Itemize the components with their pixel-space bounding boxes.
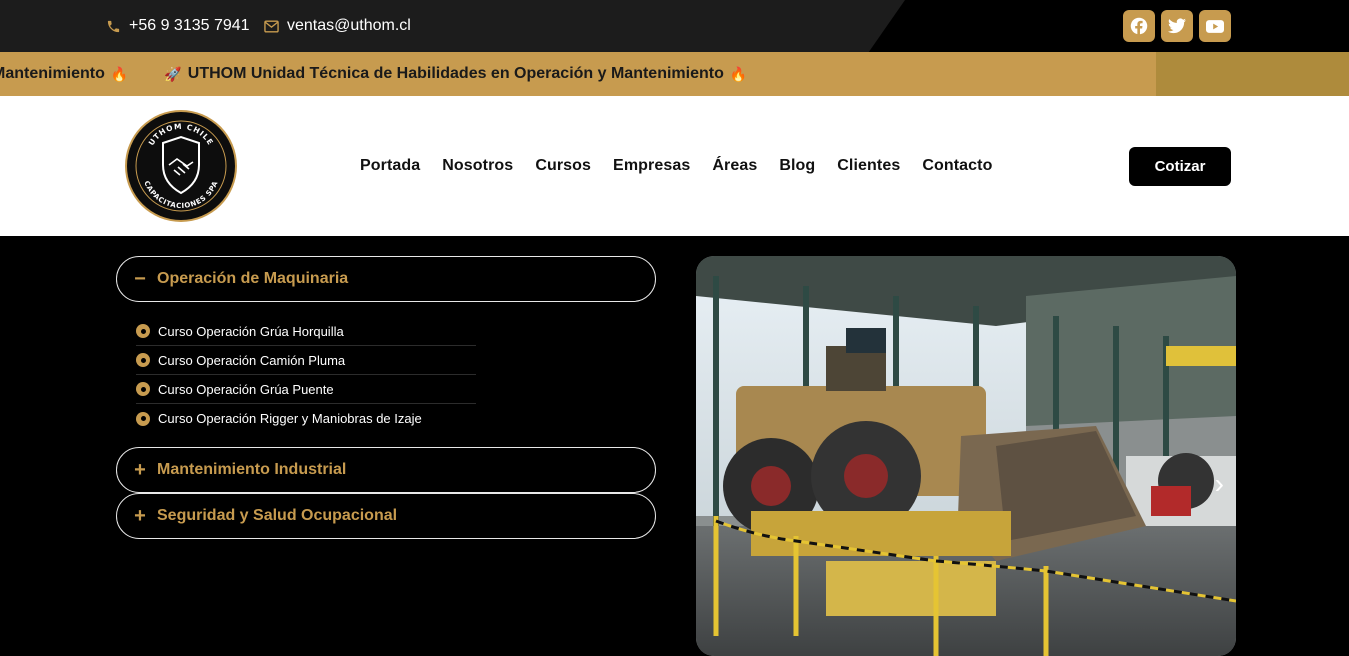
accordion-seguridad-salud[interactable]: + Seguridad y Salud Ocupacional [116,493,656,539]
course-link[interactable]: Curso Operación Grúa Horquilla [158,324,344,339]
courses-section: − Operación de Maquinaria Curso Operació… [0,236,1349,656]
ticker-accent-block [1156,52,1349,96]
nav-areas[interactable]: Áreas [701,157,768,175]
nav-contacto[interactable]: Contacto [911,157,1003,175]
accordion-mantenimiento-industrial[interactable]: + Mantenimiento Industrial [116,447,656,493]
loader-workshop-image [696,256,1236,656]
accordion-title: Operación de Maquinaria [157,270,349,287]
twitter-icon [1168,18,1186,34]
accordion-title: Mantenimiento Industrial [157,461,347,478]
bullet-icon [136,324,150,338]
list-item[interactable]: Curso Operación Camión Pluma [136,346,476,375]
ticker-item: 🚀 UTHOM Unidad Técnica de Habilidades en… [158,65,753,83]
rocket-icon: 🚀 [164,65,182,82]
facebook-icon [1130,17,1148,35]
ticker-track: Mantenimiento 🔥 🚀 UTHOM Unidad Técnica d… [0,52,771,96]
workshop-photo: › [696,256,1236,656]
fire-icon: 🔥 [110,65,129,82]
email-contact[interactable]: ventas@uthom.cl [264,0,411,52]
youtube-icon [1206,19,1224,33]
course-link[interactable]: Curso Operación Grúa Puente [158,382,334,397]
minus-icon: − [134,267,146,290]
nav-empresas[interactable]: Empresas [602,157,701,175]
nav-portada[interactable]: Portada [349,157,431,175]
phone-contact[interactable]: +56 9 3135 7941 [106,0,250,52]
course-link[interactable]: Curso Operación Rigger y Maniobras de Iz… [158,411,422,426]
phone-icon [107,20,120,32]
main-nav: Portada Nosotros Cursos Empresas Áreas B… [349,96,1003,236]
top-bar: +56 9 3135 7941 ventas@uthom.cl [0,0,1349,52]
ticker-text: UTHOM Unidad Técnica de Habilidades en O… [187,65,724,82]
nav-clientes[interactable]: Clientes [826,157,911,175]
phone-number: +56 9 3135 7941 [129,17,250,34]
bullet-icon [136,353,150,367]
course-list: Curso Operación Grúa Horquilla Curso Ope… [136,317,476,433]
facebook-button[interactable] [1123,10,1155,42]
ticker-text: Mantenimiento [0,65,105,82]
plus-icon: + [134,458,146,481]
email-address: ventas@uthom.cl [287,17,411,34]
envelope-icon [264,20,279,32]
chevron-right-icon[interactable]: › [1215,468,1224,500]
accordion-title: Seguridad y Salud Ocupacional [157,507,398,524]
social-links [1123,10,1231,42]
cotizar-button[interactable]: Cotizar [1129,147,1231,186]
nav-nosotros[interactable]: Nosotros [431,157,524,175]
nav-blog[interactable]: Blog [768,157,826,175]
list-item[interactable]: Curso Operación Rigger y Maniobras de Iz… [136,404,476,433]
site-header: UTHOM CHILE CAPACITACIONES SPA Portada N… [0,96,1349,236]
list-item[interactable]: Curso Operación Grúa Puente [136,375,476,404]
twitter-button[interactable] [1161,10,1193,42]
course-link[interactable]: Curso Operación Camión Pluma [158,353,345,368]
bullet-icon [136,382,150,396]
site-logo[interactable]: UTHOM CHILE CAPACITACIONES SPA [122,109,240,223]
nav-cursos[interactable]: Cursos [524,157,602,175]
fire-icon: 🔥 [729,65,748,82]
plus-icon: + [134,504,146,527]
ticker-item: Mantenimiento 🔥 [0,65,134,83]
accordion-operacion-maquinaria[interactable]: − Operación de Maquinaria [116,256,656,302]
youtube-button[interactable] [1199,10,1231,42]
list-item[interactable]: Curso Operación Grúa Horquilla [136,317,476,346]
announcement-ticker: Mantenimiento 🔥 🚀 UTHOM Unidad Técnica d… [0,52,1349,96]
bullet-icon [136,411,150,426]
